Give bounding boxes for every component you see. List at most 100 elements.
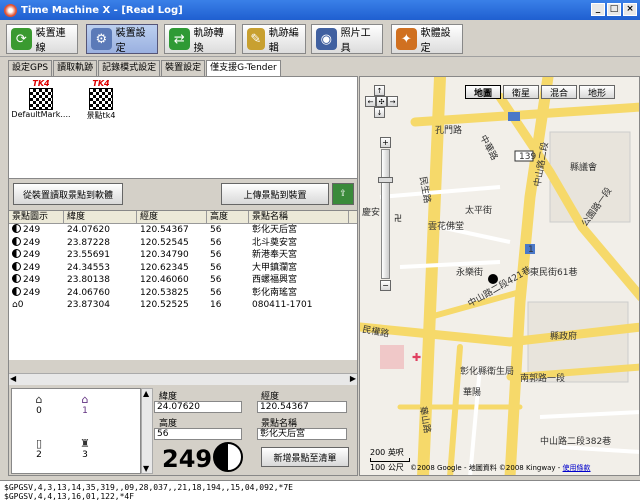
map-label: 彰化縣衛生局 xyxy=(460,365,514,377)
nmea-log: $GPGSV,4,3,13,14,35,319,,09,28,037,,21,1… xyxy=(0,480,640,500)
lon-field[interactable]: 120.54367 xyxy=(257,401,347,413)
scroll-down-icon[interactable]: ▼ xyxy=(143,464,149,473)
col-icon[interactable]: 景點圖示 xyxy=(9,211,64,223)
map-type-terrain[interactable]: 地形 xyxy=(579,85,615,99)
zoom-slider[interactable] xyxy=(381,149,390,279)
track-convert-button[interactable]: ⇄ 軌跡轉換 xyxy=(164,24,236,54)
alt-field[interactable]: 56 xyxy=(154,428,242,440)
map-view[interactable]: 卍 ✚ 孔門路 中華路 公園路一段 中山路二段 太平街 雲花佛堂 永樂街 東民街61巷 中山路二… xyxy=(359,76,640,476)
map-label: 永樂街 xyxy=(456,266,483,278)
zoom-out-icon[interactable]: − xyxy=(380,280,391,291)
marker-badge: TK4 xyxy=(92,79,110,88)
hotel-icon: 卍 xyxy=(394,214,402,223)
cell-alt: 56 xyxy=(210,262,222,273)
refresh-icon: ⟳ xyxy=(11,28,32,50)
terms-link[interactable]: 使用條款 xyxy=(563,464,591,472)
horizontal-scrollbar[interactable]: ◀ ▶ xyxy=(9,373,357,385)
tab-log-mode[interactable]: 記錄模式設定 xyxy=(98,60,161,76)
building-icon: ▯ xyxy=(35,437,43,450)
zoom-in-icon[interactable]: + xyxy=(380,137,391,148)
icon-number: 249 xyxy=(162,445,213,473)
marker-tk4[interactable]: TK4 景點tk4 xyxy=(71,79,131,121)
pan-down-icon[interactable]: ↓ xyxy=(374,107,385,118)
zoom-slider-thumb[interactable] xyxy=(378,177,393,183)
icon-option-2[interactable]: ▯ 2 xyxy=(24,437,54,460)
checkered-flag-icon xyxy=(89,88,113,110)
yin-yang-icon xyxy=(12,224,21,233)
name-field[interactable]: 彰化天后宮 xyxy=(257,428,347,440)
edit-track-icon: ✎ xyxy=(247,28,265,50)
cell-lat: 24.06760 xyxy=(67,287,110,298)
cell-lon: 120.46060 xyxy=(140,275,189,285)
software-settings-button[interactable]: ✦ 軟體設定 xyxy=(391,24,463,54)
house-icon: ⌂ xyxy=(81,393,89,406)
scroll-left-icon[interactable]: ◀ xyxy=(10,374,16,383)
scale-bar: 200 英呎 100 公尺 xyxy=(370,447,410,473)
device-settings-button[interactable]: ⚙ 裝置設定 xyxy=(86,24,158,54)
map-type-hybrid[interactable]: 混合 xyxy=(541,85,577,99)
house-icon: ⌂ xyxy=(35,393,43,406)
pan-right-icon[interactable]: → xyxy=(387,96,398,107)
table-body: 249 24.07620 120.54367 56 彰化天后宮 249 23.87228 12… xyxy=(9,224,357,312)
col-lon[interactable]: 經度 xyxy=(137,211,207,223)
upload-poi-button[interactable]: 上傳景點到裝置 xyxy=(221,183,329,205)
icon-option-1[interactable]: ⌂ 1 xyxy=(70,393,100,416)
icon-picker-scrollbar[interactable]: ▲ ▼ xyxy=(141,388,153,474)
icon-option-3[interactable]: ♜ 3 xyxy=(70,437,100,460)
maximize-button[interactable]: □ xyxy=(607,3,621,16)
cell-icon: 249 xyxy=(9,236,64,250)
cell-lat: 23.55691 xyxy=(67,250,110,260)
cell-lon: 120.52525 xyxy=(140,300,189,310)
map-type-satellite[interactable]: 衛星 xyxy=(503,85,539,99)
read-poi-button[interactable]: 從裝置讀取景點到軟體 xyxy=(13,183,123,205)
table-row[interactable]: 249 24.34553 120.62345 56 大甲鎮瀾宮 xyxy=(9,261,357,275)
pan-center-icon[interactable]: ✣ xyxy=(376,96,387,107)
yin-yang-icon xyxy=(12,286,21,296)
minimize-button[interactable]: _ xyxy=(591,3,605,16)
pan-left-icon[interactable]: ← xyxy=(365,96,376,107)
cell-lat: 24.34553 xyxy=(67,262,110,273)
photo-tools-button[interactable]: ◉ 照片工具 xyxy=(311,24,383,54)
cell-name: 080411-1701 xyxy=(252,300,313,310)
pan-up-icon[interactable]: ↑ xyxy=(374,85,385,96)
tab-read-track[interactable]: 讀取軌跡 xyxy=(53,60,98,76)
add-poi-button[interactable]: 新增景點至清單 xyxy=(261,447,349,467)
table-row[interactable]: 249 23.87228 120.52545 56 北斗奠安宮 xyxy=(9,236,357,250)
map-canvas[interactable]: 卍 ✚ 孔門路中華路公園路一段中山路二段太平街雲花佛堂永樂街 東民街61巷中山路二… xyxy=(360,77,640,476)
table-row[interactable]: 249 24.07620 120.54367 56 彰化天后宮 xyxy=(9,224,357,237)
table-row[interactable]: 249 23.55691 120.34790 56 新港奉天宮 xyxy=(9,249,357,262)
device-connect-button[interactable]: ⟳ 裝置連線 xyxy=(6,24,78,54)
marker-name: DefaultMark.... xyxy=(11,110,71,119)
toolbar: ⟳ 裝置連線 ⚙ 裝置設定 ⇄ 軌跡轉換 ✎ 軌跡編輯 ◉ 照片工具 ✦ 軟體設定 xyxy=(0,21,640,57)
track-edit-button[interactable]: ✎ 軌跡編輯 xyxy=(242,24,306,54)
cell-alt: 56 xyxy=(210,237,222,248)
cell-lon: 120.34790 xyxy=(140,250,189,260)
scale-meters: 100 公尺 xyxy=(370,463,404,472)
route-shield-icon xyxy=(508,112,520,121)
tab-gps-settings[interactable]: 設定GPS xyxy=(8,60,53,76)
table-row[interactable]: 249 24.06760 120.53825 56 彰化南瑤宮 xyxy=(9,286,357,300)
tab-g-tender[interactable]: 僅支援G-Tender xyxy=(206,60,281,77)
title-bar: Time Machine X - [Read Log] _ □ × xyxy=(0,0,640,20)
marker-default[interactable]: TK4 DefaultMark.... xyxy=(11,79,71,119)
map-type-map[interactable]: 地圖 xyxy=(465,85,501,99)
transfer-icon[interactable]: ⇪ xyxy=(332,183,354,205)
scroll-right-icon[interactable]: ▶ xyxy=(350,374,356,383)
close-button[interactable]: × xyxy=(623,3,637,16)
cell-alt: 16 xyxy=(210,300,222,310)
col-lat[interactable]: 緯度 xyxy=(64,211,137,223)
col-name[interactable]: 景點名稱 xyxy=(249,211,349,223)
scroll-up-icon[interactable]: ▲ xyxy=(143,389,149,398)
tab-device-settings[interactable]: 裝置設定 xyxy=(161,60,206,76)
icon-option-0[interactable]: ⌂ 0 xyxy=(24,393,54,416)
poi-panel: TK4 DefaultMark.... TK4 景點tk4 從裝置讀取景點到軟體… xyxy=(8,76,358,476)
map-label: 慶安 xyxy=(362,206,380,218)
log-line: $GPGSV,4,4,13,16,01,122,*4F xyxy=(4,492,135,500)
cell-name: 西螺福興宮 xyxy=(252,275,298,285)
cell-name: 北斗奠安宮 xyxy=(252,237,298,248)
table-row[interactable]: ⌂0 23.87304 120.52525 16 080411-1701 xyxy=(9,299,357,312)
col-alt[interactable]: 高度 xyxy=(207,211,249,223)
table-row[interactable]: 249 23.80138 120.46060 56 西螺福興宮 xyxy=(9,274,357,287)
lat-field[interactable]: 24.07620 xyxy=(154,401,242,413)
map-label: 太平街 xyxy=(465,204,492,216)
